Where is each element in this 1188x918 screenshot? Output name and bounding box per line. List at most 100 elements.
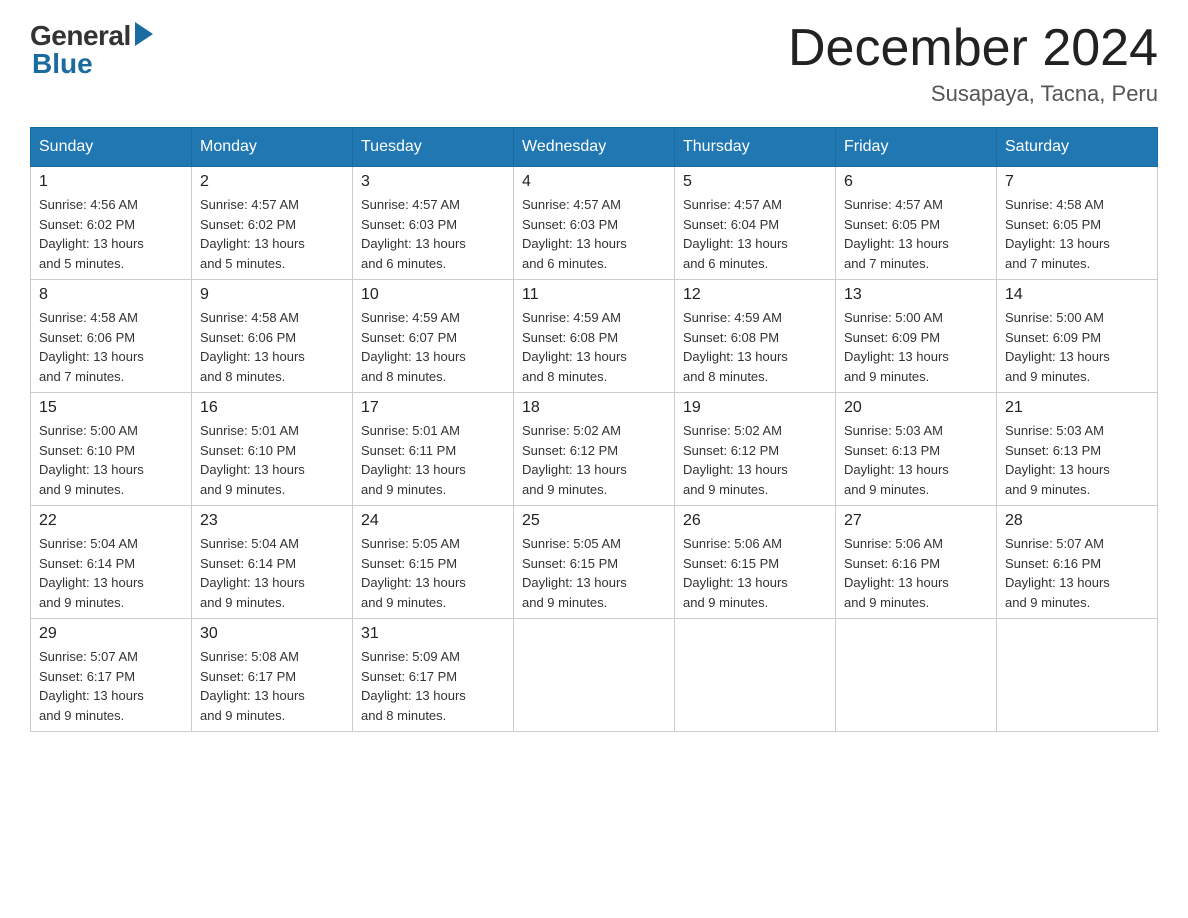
day-number: 19 bbox=[683, 399, 827, 417]
day-cell-3: 3Sunrise: 4:57 AMSunset: 6:03 PMDaylight… bbox=[353, 167, 514, 280]
weekday-header-thursday: Thursday bbox=[675, 128, 836, 167]
day-number: 6 bbox=[844, 173, 988, 191]
weekday-header-sunday: Sunday bbox=[31, 128, 192, 167]
day-info: Sunrise: 4:59 AMSunset: 6:07 PMDaylight:… bbox=[361, 308, 505, 386]
day-info: Sunrise: 5:00 AMSunset: 6:09 PMDaylight:… bbox=[844, 308, 988, 386]
weekday-header-monday: Monday bbox=[192, 128, 353, 167]
day-number: 12 bbox=[683, 286, 827, 304]
day-info: Sunrise: 4:57 AMSunset: 6:05 PMDaylight:… bbox=[844, 195, 988, 273]
day-cell-27: 27 Sunrise: 5:06 AMSunset: 6:16 PMDayligh… bbox=[836, 506, 997, 619]
day-info: Sunrise: 5:03 AMSunset: 6:13 PMDaylight:… bbox=[1005, 421, 1149, 499]
empty-cell bbox=[836, 619, 997, 732]
page-header: General Blue December 2024 Susapaya, Tac… bbox=[30, 20, 1158, 107]
day-info: Sunrise: 5:06 AMSunset: 6:15 PMDaylight:… bbox=[683, 534, 827, 612]
day-cell-23: 23 Sunrise: 5:04 AMSunset: 6:14 PMDayligh… bbox=[192, 506, 353, 619]
day-cell-29: 29 Sunrise: 5:07 AMSunset: 6:17 PMDayligh… bbox=[31, 619, 192, 732]
day-info: Sunrise: 5:05 AMSunset: 6:15 PMDaylight:… bbox=[361, 534, 505, 612]
week-row-2: 8Sunrise: 4:58 AMSunset: 6:06 PMDaylight… bbox=[31, 280, 1158, 393]
day-cell-14: 14 Sunrise: 5:00 AMSunset: 6:09 PMDayligh… bbox=[997, 280, 1158, 393]
day-cell-15: 15 Sunrise: 5:00 AMSunset: 6:10 PMDayligh… bbox=[31, 393, 192, 506]
title-section: December 2024 Susapaya, Tacna, Peru bbox=[788, 20, 1158, 107]
day-cell-5: 5 Sunrise: 4:57 AMSunset: 6:04 PMDaylight… bbox=[675, 167, 836, 280]
day-number: 24 bbox=[361, 512, 505, 530]
day-number: 25 bbox=[522, 512, 666, 530]
day-number: 23 bbox=[200, 512, 344, 530]
day-number: 3 bbox=[361, 173, 505, 191]
day-cell-7: 7 Sunrise: 4:58 AMSunset: 6:05 PMDaylight… bbox=[997, 167, 1158, 280]
logo: General Blue bbox=[30, 20, 153, 80]
day-cell-26: 26 Sunrise: 5:06 AMSunset: 6:15 PMDayligh… bbox=[675, 506, 836, 619]
day-info: Sunrise: 5:09 AMSunset: 6:17 PMDaylight:… bbox=[361, 647, 505, 725]
day-info: Sunrise: 4:58 AMSunset: 6:06 PMDaylight:… bbox=[200, 308, 344, 386]
weekday-header-friday: Friday bbox=[836, 128, 997, 167]
day-number: 10 bbox=[361, 286, 505, 304]
logo-blue-text: Blue bbox=[30, 48, 93, 80]
day-info: Sunrise: 4:57 AMSunset: 6:04 PMDaylight:… bbox=[683, 195, 827, 273]
week-row-4: 22 Sunrise: 5:04 AMSunset: 6:14 PMDayligh… bbox=[31, 506, 1158, 619]
day-number: 1 bbox=[39, 173, 183, 191]
day-number: 20 bbox=[844, 399, 988, 417]
weekday-header-saturday: Saturday bbox=[997, 128, 1158, 167]
day-cell-25: 25Sunrise: 5:05 AMSunset: 6:15 PMDayligh… bbox=[514, 506, 675, 619]
day-cell-20: 20 Sunrise: 5:03 AMSunset: 6:13 PMDayligh… bbox=[836, 393, 997, 506]
day-info: Sunrise: 5:04 AMSunset: 6:14 PMDaylight:… bbox=[39, 534, 183, 612]
empty-cell bbox=[675, 619, 836, 732]
day-info: Sunrise: 5:00 AMSunset: 6:09 PMDaylight:… bbox=[1005, 308, 1149, 386]
day-cell-31: 31 Sunrise: 5:09 AMSunset: 6:17 PMDayligh… bbox=[353, 619, 514, 732]
day-cell-6: 6 Sunrise: 4:57 AMSunset: 6:05 PMDaylight… bbox=[836, 167, 997, 280]
day-cell-18: 18Sunrise: 5:02 AMSunset: 6:12 PMDayligh… bbox=[514, 393, 675, 506]
day-number: 13 bbox=[844, 286, 988, 304]
day-info: Sunrise: 5:02 AMSunset: 6:12 PMDaylight:… bbox=[522, 421, 666, 499]
day-number: 21 bbox=[1005, 399, 1149, 417]
day-cell-13: 13 Sunrise: 5:00 AMSunset: 6:09 PMDayligh… bbox=[836, 280, 997, 393]
day-number: 31 bbox=[361, 625, 505, 643]
empty-cell bbox=[997, 619, 1158, 732]
day-number: 22 bbox=[39, 512, 183, 530]
day-cell-19: 19 Sunrise: 5:02 AMSunset: 6:12 PMDayligh… bbox=[675, 393, 836, 506]
day-cell-22: 22 Sunrise: 5:04 AMSunset: 6:14 PMDayligh… bbox=[31, 506, 192, 619]
day-info: Sunrise: 4:57 AMSunset: 6:03 PMDaylight:… bbox=[522, 195, 666, 273]
day-cell-28: 28Sunrise: 5:07 AMSunset: 6:16 PMDayligh… bbox=[997, 506, 1158, 619]
day-number: 26 bbox=[683, 512, 827, 530]
weekday-header-row: SundayMondayTuesdayWednesdayThursdayFrid… bbox=[31, 128, 1158, 167]
weekday-header-tuesday: Tuesday bbox=[353, 128, 514, 167]
day-info: Sunrise: 4:57 AMSunset: 6:02 PMDaylight:… bbox=[200, 195, 344, 273]
day-cell-21: 21 Sunrise: 5:03 AMSunset: 6:13 PMDayligh… bbox=[997, 393, 1158, 506]
day-number: 9 bbox=[200, 286, 344, 304]
day-info: Sunrise: 5:06 AMSunset: 6:16 PMDaylight:… bbox=[844, 534, 988, 612]
day-number: 16 bbox=[200, 399, 344, 417]
day-number: 14 bbox=[1005, 286, 1149, 304]
day-number: 4 bbox=[522, 173, 666, 191]
day-cell-2: 2Sunrise: 4:57 AMSunset: 6:02 PMDaylight… bbox=[192, 167, 353, 280]
day-info: Sunrise: 5:04 AMSunset: 6:14 PMDaylight:… bbox=[200, 534, 344, 612]
day-cell-10: 10 Sunrise: 4:59 AMSunset: 6:07 PMDayligh… bbox=[353, 280, 514, 393]
day-info: Sunrise: 5:07 AMSunset: 6:16 PMDaylight:… bbox=[1005, 534, 1149, 612]
week-row-3: 15 Sunrise: 5:00 AMSunset: 6:10 PMDayligh… bbox=[31, 393, 1158, 506]
day-info: Sunrise: 5:07 AMSunset: 6:17 PMDaylight:… bbox=[39, 647, 183, 725]
day-info: Sunrise: 4:58 AMSunset: 6:06 PMDaylight:… bbox=[39, 308, 183, 386]
location-text: Susapaya, Tacna, Peru bbox=[788, 81, 1158, 107]
day-cell-30: 30Sunrise: 5:08 AMSunset: 6:17 PMDayligh… bbox=[192, 619, 353, 732]
day-cell-11: 11 Sunrise: 4:59 AMSunset: 6:08 PMDayligh… bbox=[514, 280, 675, 393]
day-number: 15 bbox=[39, 399, 183, 417]
day-number: 5 bbox=[683, 173, 827, 191]
day-number: 27 bbox=[844, 512, 988, 530]
day-cell-9: 9 Sunrise: 4:58 AMSunset: 6:06 PMDaylight… bbox=[192, 280, 353, 393]
day-number: 29 bbox=[39, 625, 183, 643]
logo-triangle-icon bbox=[135, 22, 153, 46]
day-number: 17 bbox=[361, 399, 505, 417]
day-info: Sunrise: 5:00 AMSunset: 6:10 PMDaylight:… bbox=[39, 421, 183, 499]
calendar-table: SundayMondayTuesdayWednesdayThursdayFrid… bbox=[30, 127, 1158, 732]
day-cell-1: 1 Sunrise: 4:56 AMSunset: 6:02 PMDaylight… bbox=[31, 167, 192, 280]
day-info: Sunrise: 5:02 AMSunset: 6:12 PMDaylight:… bbox=[683, 421, 827, 499]
day-info: Sunrise: 4:56 AMSunset: 6:02 PMDaylight:… bbox=[39, 195, 183, 273]
day-info: Sunrise: 5:03 AMSunset: 6:13 PMDaylight:… bbox=[844, 421, 988, 499]
day-info: Sunrise: 4:59 AMSunset: 6:08 PMDaylight:… bbox=[522, 308, 666, 386]
empty-cell bbox=[514, 619, 675, 732]
day-info: Sunrise: 4:58 AMSunset: 6:05 PMDaylight:… bbox=[1005, 195, 1149, 273]
week-row-5: 29 Sunrise: 5:07 AMSunset: 6:17 PMDayligh… bbox=[31, 619, 1158, 732]
day-number: 7 bbox=[1005, 173, 1149, 191]
day-info: Sunrise: 5:01 AMSunset: 6:11 PMDaylight:… bbox=[361, 421, 505, 499]
day-number: 30 bbox=[200, 625, 344, 643]
day-number: 11 bbox=[522, 286, 666, 304]
